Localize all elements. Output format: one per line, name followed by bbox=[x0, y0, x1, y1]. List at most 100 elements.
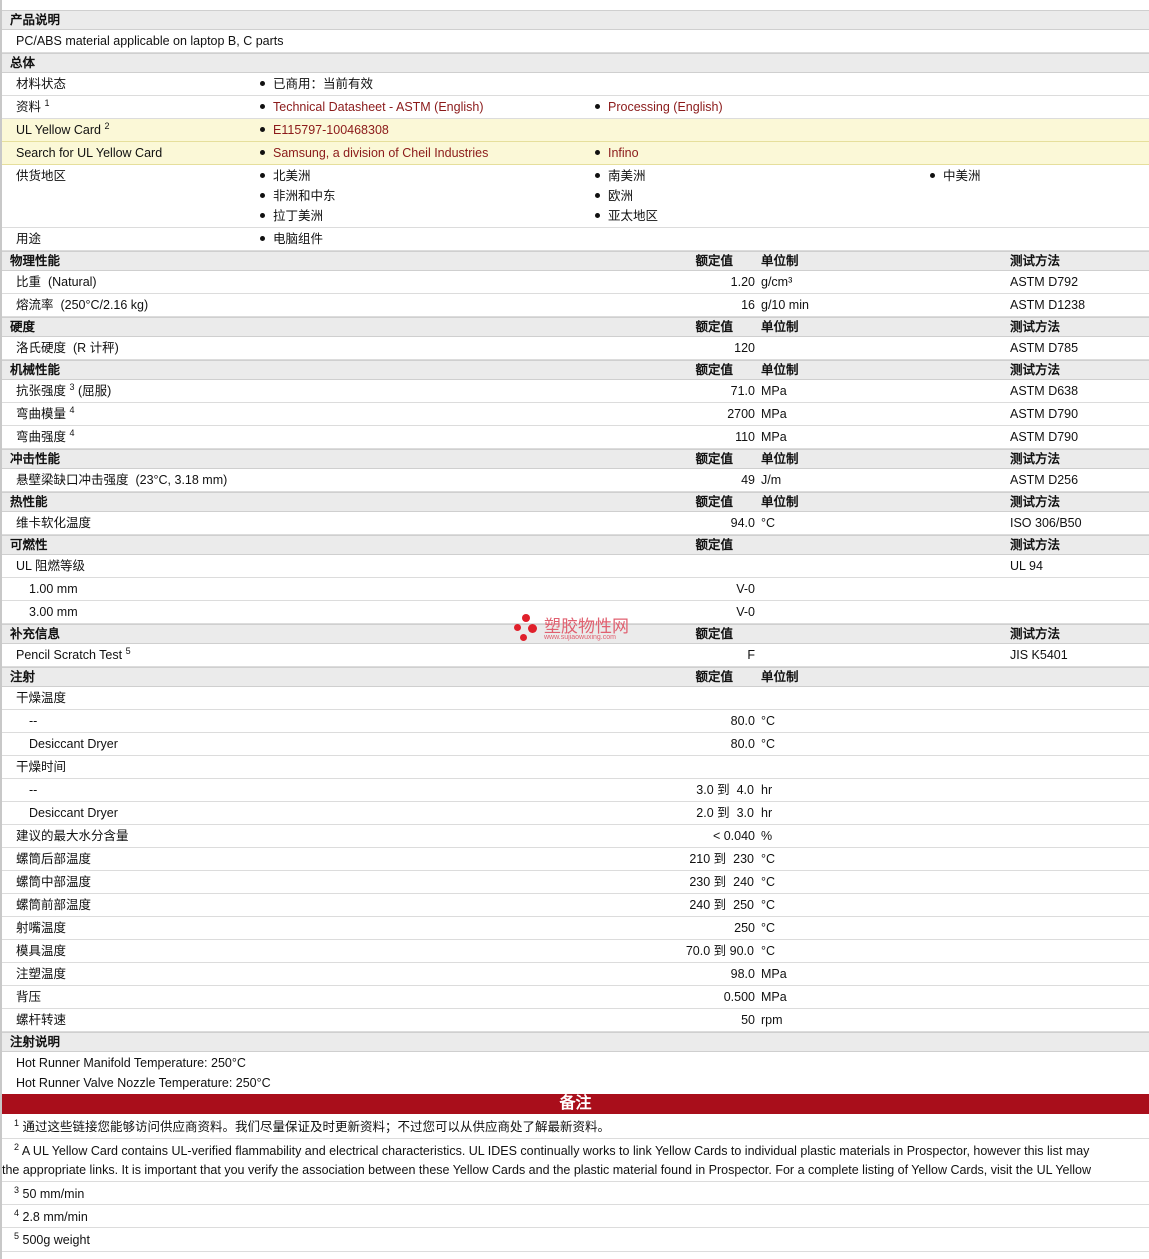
status-row: 材料状态 已商用：当前有效 bbox=[2, 73, 1149, 96]
logo-dot-icon bbox=[528, 624, 537, 633]
bullet-icon bbox=[260, 173, 265, 178]
bullet-icon bbox=[260, 81, 265, 86]
footnote-text: 3 50 mm/min bbox=[14, 1185, 85, 1202]
property-subrow: Desiccant Dryer 2.0 到 3.0 hr bbox=[2, 802, 1149, 825]
property-unit: g/cm³ bbox=[761, 275, 793, 289]
property-label: 弯曲模量 4 bbox=[16, 405, 75, 422]
injection-note: Hot Runner Valve Nozzle Temperature: 250… bbox=[16, 1076, 271, 1090]
nominal-header: 额定值 bbox=[695, 538, 733, 552]
property-unit: °C bbox=[761, 944, 776, 958]
property-label: UL 阻燃等级 bbox=[16, 559, 85, 573]
property-row: 弯曲模量 4 2700 MPa ASTM D790 bbox=[2, 403, 1149, 426]
injection-notes: Hot Runner Manifold Temperature: 250°C H… bbox=[2, 1052, 1149, 1094]
method-header: 测试方法 bbox=[1010, 254, 1061, 268]
property-value: 94.0 bbox=[730, 516, 755, 530]
unit-header: 单位制 bbox=[761, 320, 799, 334]
use-value: 电脑组件 bbox=[260, 232, 323, 246]
property-label: 螺杆转速 bbox=[16, 1013, 67, 1027]
property-label: 3.00 mm bbox=[29, 605, 78, 619]
bullet-icon bbox=[260, 104, 265, 109]
section-title: 冲击性能 bbox=[10, 452, 61, 466]
bullet-icon bbox=[595, 193, 600, 198]
nominal-header: 额定值 bbox=[695, 495, 733, 509]
unit-header: 单位制 bbox=[761, 363, 799, 377]
property-label: -- bbox=[29, 714, 38, 728]
ul-yellow-card-link[interactable]: E115797-100468308 bbox=[260, 123, 389, 137]
property-row: 干燥温度 bbox=[2, 687, 1149, 710]
regions-label: 供货地区 bbox=[16, 169, 67, 183]
footnote-text-continued: the appropriate links. It is important t… bbox=[2, 1163, 1092, 1177]
notes-title-bar: 备注 bbox=[2, 1094, 1149, 1114]
footnote: 1 通过这些链接您能够访问供应商资料。我们尽量保证及时更新资料；不过您可以从供应… bbox=[2, 1114, 1149, 1139]
property-row: 比重 (Natural) 1.20 g/cm³ ASTM D792 bbox=[2, 271, 1149, 294]
region-item: 北美洲 bbox=[260, 169, 311, 183]
supplier-link[interactable]: Samsung, a division of Cheil Industries bbox=[260, 146, 488, 160]
property-row: 螺筒后部温度 210 到 230 °C bbox=[2, 848, 1149, 871]
regions-row: 供货地区 北美洲 南美洲 中美洲 非洲和中东 欧洲 拉丁美洲 亚太地区 bbox=[2, 165, 1149, 228]
method-header: 测试方法 bbox=[1010, 627, 1061, 641]
property-method: ASTM D790 bbox=[1010, 407, 1079, 421]
property-row: 悬壁梁缺口冲击强度 (23°C, 3.18 mm) 49 J/m ASTM D2… bbox=[2, 469, 1149, 492]
property-unit: hr bbox=[761, 806, 773, 820]
section-header-injection: 注射 额定值 单位制 bbox=[2, 667, 1149, 687]
property-unit: MPa bbox=[761, 384, 787, 398]
region-item: 非洲和中东 bbox=[260, 189, 336, 203]
property-label: 比重 (Natural) bbox=[16, 275, 97, 289]
property-row: 建议的最大水分含量 < 0.040 % bbox=[2, 825, 1149, 848]
section-header-general: 总体 bbox=[2, 53, 1149, 73]
brand-link[interactable]: Infino bbox=[595, 146, 639, 160]
logo-dot-icon bbox=[520, 634, 527, 641]
property-unit: hr bbox=[761, 783, 773, 797]
section-title: 产品说明 bbox=[10, 13, 61, 27]
property-label: 背压 bbox=[16, 990, 42, 1004]
unit-header: 单位制 bbox=[761, 254, 799, 268]
property-row: 弯曲强度 4 110 MPa ASTM D790 bbox=[2, 426, 1149, 449]
section-header-injection-notes: 注射说明 bbox=[2, 1032, 1149, 1052]
method-header: 测试方法 bbox=[1010, 363, 1061, 377]
nominal-header: 额定值 bbox=[695, 320, 733, 334]
property-method: ASTM D1238 bbox=[1010, 298, 1086, 312]
watermark-logo: 塑胶物性网 www.sujiaowuxing.com bbox=[514, 612, 654, 648]
property-subrow: Desiccant Dryer 80.0 °C bbox=[2, 733, 1149, 756]
property-value: V-0 bbox=[736, 582, 755, 596]
section-title: 补充信息 bbox=[10, 627, 61, 641]
unit-header: 单位制 bbox=[761, 670, 799, 684]
property-unit: MPa bbox=[761, 990, 787, 1004]
property-value: 110 bbox=[735, 430, 755, 444]
section-title: 热性能 bbox=[10, 495, 48, 509]
bullet-icon bbox=[595, 104, 600, 109]
property-value: 80.0 bbox=[730, 737, 755, 751]
nominal-header: 额定值 bbox=[695, 627, 733, 641]
search-ul-row: Search for UL Yellow Card Samsung, a div… bbox=[2, 142, 1149, 165]
property-unit: °C bbox=[761, 737, 776, 751]
processing-link[interactable]: Processing (English) bbox=[595, 100, 723, 114]
property-row: 螺杆转速 50 rpm bbox=[2, 1009, 1149, 1032]
nominal-header: 额定值 bbox=[695, 254, 733, 268]
bullet-icon bbox=[260, 236, 265, 241]
property-value: 16 bbox=[741, 298, 755, 312]
property-method: ASTM D792 bbox=[1010, 275, 1079, 289]
use-row: 用途 电脑组件 bbox=[2, 228, 1149, 251]
datasheet-link[interactable]: Technical Datasheet - ASTM (English) bbox=[260, 100, 484, 114]
ul-yellow-card-row: UL Yellow Card 2 E115797-100468308 bbox=[2, 119, 1149, 142]
property-label: 维卡软化温度 bbox=[16, 516, 92, 530]
property-row: 螺筒前部温度 240 到 250 °C bbox=[2, 894, 1149, 917]
datasheet: 产品说明 PC/ABS material applicable on lapto… bbox=[0, 0, 1149, 1259]
property-label: 悬壁梁缺口冲击强度 (23°C, 3.18 mm) bbox=[16, 473, 228, 487]
property-row: 螺筒中部温度 230 到 240 °C bbox=[2, 871, 1149, 894]
property-unit: °C bbox=[761, 516, 776, 530]
region-item: 南美洲 bbox=[595, 169, 646, 183]
footnote: 4 2.8 mm/min bbox=[2, 1205, 1149, 1228]
bullet-icon bbox=[260, 127, 265, 132]
section-header-mechanical: 机械性能 额定值 单位制 测试方法 bbox=[2, 360, 1149, 380]
nominal-header: 额定值 bbox=[695, 363, 733, 377]
property-label: 抗张强度 3 (屈服) bbox=[16, 382, 112, 399]
property-label: 建议的最大水分含量 bbox=[16, 829, 129, 843]
property-label: Desiccant Dryer bbox=[29, 806, 118, 820]
property-unit: g/10 min bbox=[761, 298, 809, 312]
property-label: 弯曲强度 4 bbox=[16, 428, 75, 445]
property-value-range: 3.0 到 4.0 bbox=[696, 783, 754, 797]
property-unit: °C bbox=[761, 714, 776, 728]
property-label: 螺筒后部温度 bbox=[16, 852, 92, 866]
watermark-url: www.sujiaowuxing.com bbox=[544, 634, 616, 641]
